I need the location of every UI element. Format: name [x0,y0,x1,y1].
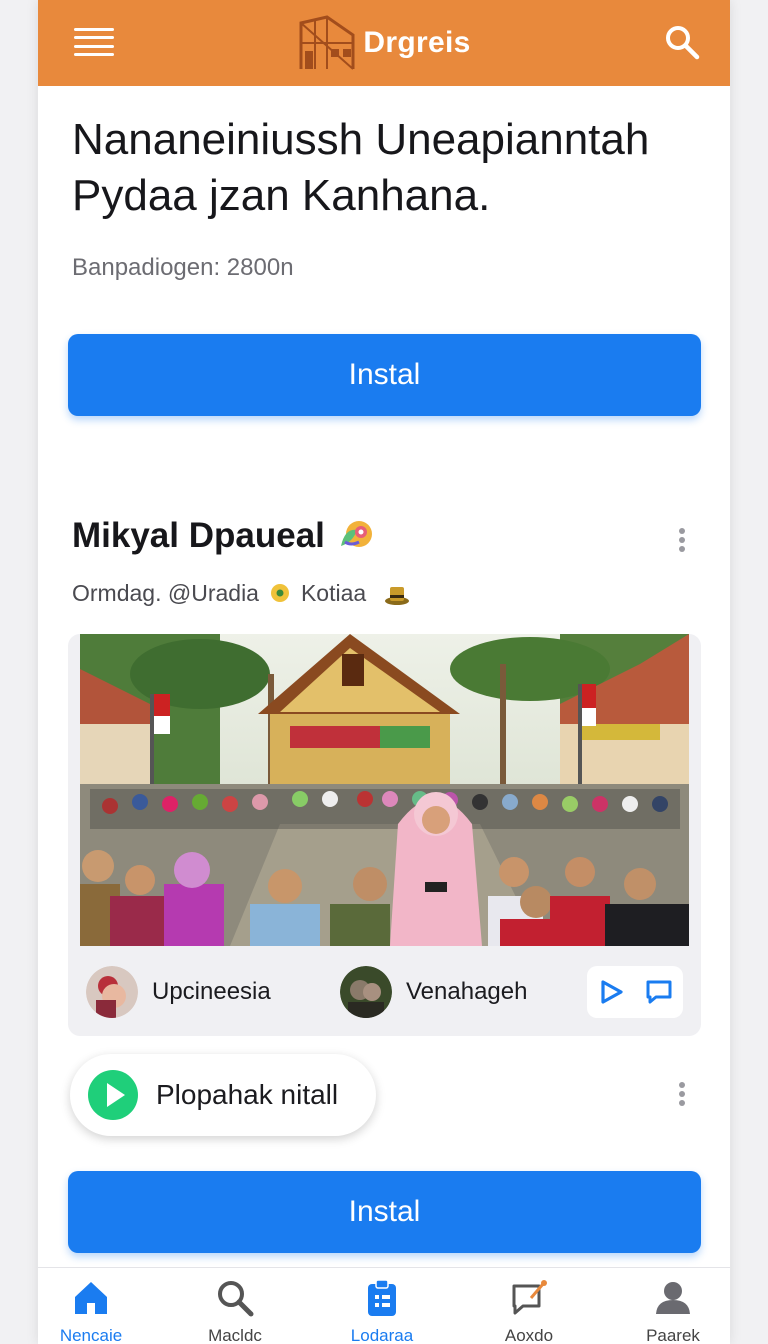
more-options-icon[interactable] [672,1076,692,1112]
nav-item-profile[interactable]: Paarek [618,1278,728,1344]
post-meta: Ormdag. @Uradia Kotiaa [72,580,410,607]
sticker-badge-icon [340,521,372,547]
more-options-icon[interactable] [672,522,692,558]
nav-item-home[interactable]: Nencaie [38,1278,146,1344]
post-meta-author: Ormdag. @Uradia [72,580,259,606]
top-app-bar: Drgreis [38,0,730,86]
author-chip[interactable]: Venahageh [340,966,527,1018]
media-action-group [587,966,683,1018]
nav-label: Macldc [208,1326,262,1344]
search-icon [218,1281,254,1317]
nav-item-messages[interactable]: Aoxdo [474,1278,584,1344]
app-screen: Drgreis Nananeiniussh Uneapianntah Pydaa… [38,0,730,1344]
media-actions-row: Upcineesia Venahageh [68,952,701,1030]
post-title: Mikyal Dpaueal [72,516,375,556]
install-button[interactable]: Instal [68,334,701,416]
menu-button[interactable] [74,26,114,58]
hero-subtitle: Banpadiogen: 2800n [72,254,294,281]
brand[interactable]: Drgreis [297,13,470,73]
avatar [340,966,392,1018]
hat-icon [385,586,410,605]
author-chip-label: Venahageh [406,978,528,1005]
comment-icon[interactable] [645,978,673,1006]
nav-label: Aoxdo [504,1326,554,1344]
nav-label: Paarek [646,1326,700,1344]
play-circle-icon [88,1070,138,1120]
nav-item-search[interactable]: Macldc [180,1278,290,1344]
post-title-text: Mikyal Dpaueal [72,516,325,555]
hamburger-menu-icon [74,28,114,31]
location-pin-icon [270,583,289,602]
home-icon [75,1282,107,1314]
author-chip-label: Upcineesia [152,978,271,1005]
community-gathering-photo[interactable] [80,634,689,946]
play-install-pill[interactable]: Plopahak nitall [70,1054,376,1136]
nav-label: Lodaraa [350,1326,414,1344]
post-meta-place: Kotiaa [300,580,367,606]
clipboard-icon [368,1279,396,1316]
house-logo-icon [299,15,355,70]
edit-chat-icon [512,1280,547,1315]
nav-label: Nencaie [59,1326,123,1344]
hero-title: Nananeiniussh Uneapianntah Pydaa jzan Ka… [72,115,650,220]
profile-icon [656,1282,690,1314]
search-icon[interactable] [664,24,700,60]
author-chip[interactable]: Upcineesia [86,966,271,1018]
bottom-navigation: Nencaie Macldc Lodaraa Aoxdo Paarek [38,1267,730,1344]
avatar [86,966,138,1018]
media-card[interactable]: Upcineesia Venahageh [68,634,701,1036]
install-button[interactable]: Instal [68,1171,701,1253]
play-pill-label: Plopahak nitall [156,1079,339,1110]
play-icon[interactable] [597,978,625,1006]
brand-name: Drgreis [363,26,471,59]
nav-item-clipboard[interactable]: Lodaraa [327,1278,437,1344]
